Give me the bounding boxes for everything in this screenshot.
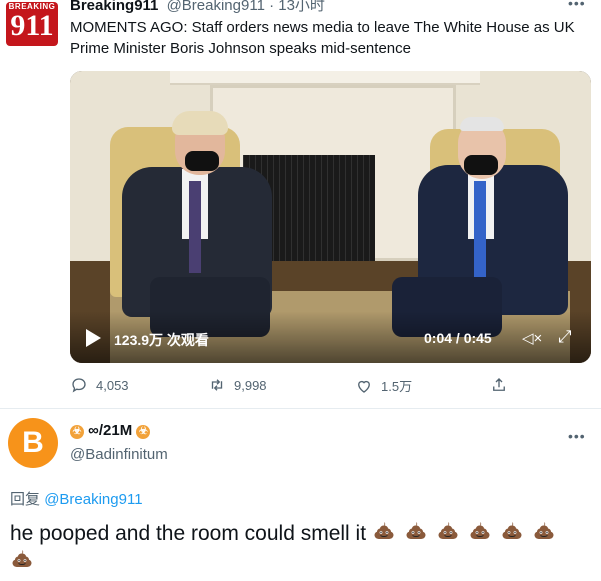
share-icon: [493, 378, 505, 391]
reply-count: 4,053: [96, 377, 129, 393]
fullscreen-icon[interactable]: ⤢: [558, 327, 572, 347]
reply-text-content: he pooped and the room could smell it: [10, 522, 367, 545]
display-name[interactable]: Breaking911: [70, 0, 158, 14]
video-view-count: 123.9万 次观看: [114, 332, 209, 348]
replying-prefix: 回复: [10, 491, 41, 508]
pile-of-poo-icon: [532, 520, 556, 544]
heart-icon: [358, 380, 370, 393]
more-options-icon[interactable]: •••: [568, 428, 586, 444]
video-frame-person-left-hair: [172, 111, 228, 135]
video-frame-person-left-mask: [185, 151, 219, 171]
tweet-actions: 4,053 9,998 1.5万: [70, 376, 591, 398]
pile-of-poo-icon: [10, 548, 34, 572]
reply-handle[interactable]: @Badinfinitum: [70, 446, 168, 463]
biohazard-icon: ☣: [136, 425, 151, 439]
play-icon[interactable]: [86, 329, 101, 347]
pile-of-poo-icon: [468, 520, 492, 544]
video-frame-person-right-tie: [474, 181, 486, 277]
more-options-icon[interactable]: •••: [568, 0, 586, 11]
tweet-text: MOMENTS AGO: Staff orders news media to …: [70, 19, 575, 57]
like-count: 1.5万: [381, 379, 413, 394]
retweet-action[interactable]: 9,998: [208, 376, 267, 394]
video-player[interactable]: 123.9万 次观看 0:04 / 0:45 ◁× ⤢: [70, 71, 591, 363]
handle-and-time[interactable]: @Breaking911 · 13小时: [167, 0, 325, 14]
reply-display-name-row[interactable]: ☣ ∞/21M ☣: [70, 422, 151, 439]
mute-icon[interactable]: ◁×: [522, 329, 542, 347]
video-time: 0:04 / 0:45: [424, 330, 492, 346]
tweet-header: Breaking911 @Breaking911 · 13小时: [70, 0, 325, 15]
video-frame-person-right-hair: [460, 117, 504, 131]
pile-of-poo-icon: [404, 520, 428, 544]
pile-of-poo-icon: [436, 520, 460, 544]
reply-action[interactable]: 4,053: [70, 376, 129, 394]
reply-text: he pooped and the room could smell it: [10, 520, 595, 576]
video-frame-person-left-tie: [189, 181, 201, 273]
pile-of-poo-icon: [372, 520, 396, 544]
avatar-breaking911[interactable]: BREAKING 911: [6, 2, 58, 46]
pile-of-poo-icon: [500, 520, 524, 544]
video-frame-person-right-mask: [464, 155, 498, 175]
biohazard-icon: ☣: [70, 425, 84, 439]
share-action[interactable]: [490, 376, 508, 394]
like-action[interactable]: 1.5万: [355, 376, 412, 395]
tweet-breaking911: BREAKING 911 Breaking911 @Breaking911 · …: [0, 0, 601, 408]
reply-display-name: ∞/21M: [88, 422, 133, 439]
tweet-divider: [0, 408, 601, 409]
video-frame-mantel: [170, 71, 480, 85]
retweet-icon: [211, 379, 223, 391]
replying-to-link[interactable]: @Breaking911: [44, 491, 142, 508]
bitcoin-icon: B: [22, 426, 44, 459]
reply-icon: [72, 378, 86, 393]
avatar-number: 911: [10, 9, 54, 42]
replying-to: 回复 @Breaking911: [10, 488, 143, 509]
retweet-count: 9,998: [234, 377, 267, 393]
avatar-badinfinitum[interactable]: B: [8, 418, 58, 468]
